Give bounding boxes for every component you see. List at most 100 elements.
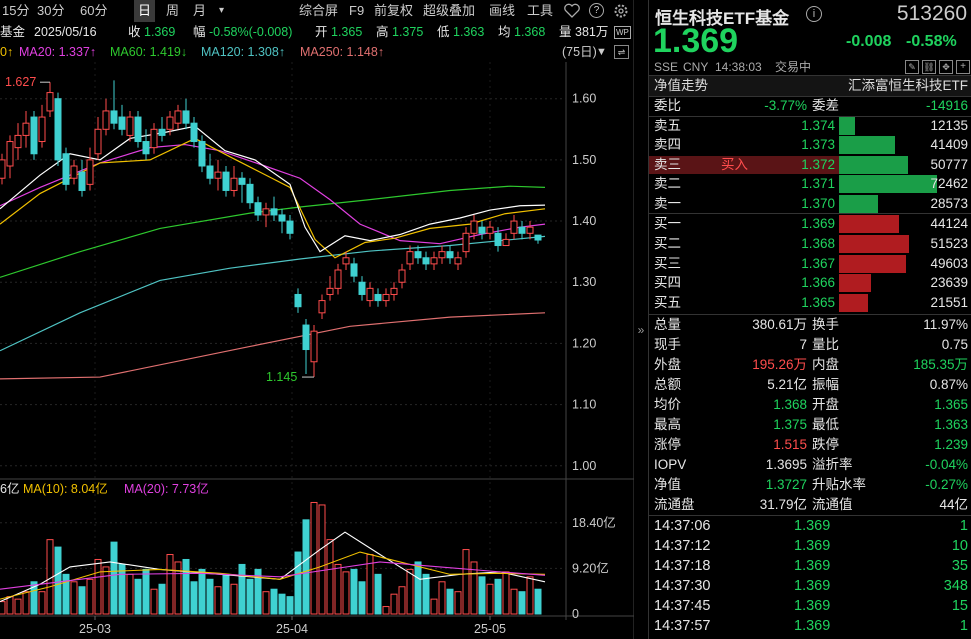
y-tick-label: 1.30 <box>572 275 596 289</box>
ask-row[interactable]: 卖四1.37341409 <box>649 135 971 155</box>
info-low: 1.363 <box>453 22 484 42</box>
period-60min[interactable]: 60分 <box>80 0 107 22</box>
help-icon[interactable]: ? <box>589 3 604 18</box>
ma5-value: 0↑ <box>0 42 13 62</box>
chevron-down-icon[interactable]: ▾ <box>219 0 224 22</box>
ask-level-label: 卖五 <box>654 116 681 136</box>
volume-bar-up <box>95 559 101 614</box>
ask-level-label: 卖一 <box>654 194 681 214</box>
nav-trend-row[interactable]: 净值走势 汇添富恒生科技ETF <box>649 76 971 96</box>
tool-composite[interactable]: 综合屏 <box>299 0 338 22</box>
tick-time: 14:37:45 <box>654 596 710 616</box>
wp-badge-icon[interactable]: WP <box>614 26 631 39</box>
edit-icon[interactable]: ✎ <box>905 60 919 74</box>
bid-row[interactable]: 买三1.36749603 <box>649 254 971 274</box>
range-selector[interactable]: (75日) <box>562 42 597 62</box>
stats-row: 最高1.375最低1.363 <box>649 415 971 435</box>
quote-meta: SSE CNY 14:38:03 交易中 ✎ ⛓ ✥ + <box>649 57 971 77</box>
ask-level-label: 卖三 <box>654 155 681 175</box>
tick-row: 14:37:121.36910 <box>649 536 971 556</box>
ask-volume: 41409 <box>930 135 968 155</box>
committee-ratio: -3.77% <box>764 96 807 116</box>
tool-f9[interactable]: F9 <box>349 0 364 22</box>
nav-trend-label[interactable]: 净值走势 <box>654 76 708 96</box>
tick-time: 14:37:12 <box>654 536 710 556</box>
quote-panel: 恒生科技ETF基金 i 513260 1.369 -0.008 -0.58% S… <box>648 0 971 639</box>
volume-tick-label: 9.20亿 <box>572 560 609 575</box>
y-tick-label: 1.00 <box>572 459 596 473</box>
tick-time: 14:37:57 <box>654 616 710 636</box>
buy-tag: 买入 <box>721 155 748 175</box>
tool-tools[interactable]: 工具 <box>527 0 553 22</box>
period-15min[interactable]: 15分 <box>2 0 29 22</box>
stat-value: 0.87% <box>930 375 968 395</box>
tick-row: 14:37:061.3691 <box>649 516 971 536</box>
ask-row[interactable]: 卖五1.37412135 <box>649 116 971 136</box>
y-tick-label: 1.60 <box>572 92 596 106</box>
volume-tick-label: 0 <box>572 607 579 621</box>
volume-bar-down <box>375 574 381 614</box>
stat-label: 均价 <box>654 395 681 415</box>
bid-row[interactable]: 买一1.36944124 <box>649 214 971 234</box>
link-icon[interactable]: ⛓ <box>922 60 936 74</box>
candle-up <box>503 239 509 245</box>
tick-row: 14:37:301.369348 <box>649 576 971 596</box>
ask-depth-bar <box>839 195 878 213</box>
volume-bar-down <box>415 562 421 614</box>
vol-ma10-value: MA(10): 8.04亿 <box>23 479 108 499</box>
triangle-down-icon[interactable]: ▼ <box>596 42 607 62</box>
ask-row[interactable]: 卖一1.37028573 <box>649 194 971 214</box>
ask-volume: 72462 <box>930 174 968 194</box>
volume-bar-down <box>143 569 149 614</box>
tool-forward-adjust[interactable]: 前复权 <box>374 0 413 22</box>
stat-value: 11.97% <box>923 315 968 335</box>
info-avg: 1.368 <box>514 22 545 42</box>
add-icon[interactable]: + <box>956 60 970 74</box>
currency: CNY <box>683 57 708 77</box>
tick-time: 14:37:30 <box>654 576 710 596</box>
period-30min[interactable]: 30分 <box>37 0 64 22</box>
bid-level-label: 买五 <box>654 293 681 313</box>
kline-panel[interactable]: 1.601.501.401.301.201.101.0018.40亿9.20亿0… <box>0 0 634 639</box>
stat-value: 1.368 <box>773 395 807 415</box>
stats-row: 总量380.61万换手11.97% <box>649 315 971 335</box>
stat-label: 流通盘 <box>654 495 695 515</box>
stats-row: 均价1.368开盘1.365 <box>649 395 971 415</box>
period-week[interactable]: 周 <box>166 0 179 22</box>
bid-depth-bar <box>839 255 906 273</box>
volume-bar-up <box>151 589 157 614</box>
bid-row[interactable]: 买五1.36521551 <box>649 293 971 313</box>
candle-down <box>247 184 253 202</box>
kline-chart[interactable]: 1.601.501.401.301.201.101.0018.40亿9.20亿0… <box>0 0 634 639</box>
ask-row[interactable]: 卖二1.37172462 <box>649 174 971 194</box>
candle-up <box>327 288 333 294</box>
ma120-value: MA120: 1.308↑ <box>201 42 285 62</box>
stats-row: 涨停1.515跌停1.239 <box>649 435 971 455</box>
info-icon[interactable]: i <box>806 6 822 22</box>
volume-bar-up <box>343 572 349 614</box>
panel-collapse-icon[interactable]: » <box>635 320 647 340</box>
period-day[interactable]: 日 <box>134 0 155 22</box>
bid-row[interactable]: 买二1.36851523 <box>649 234 971 254</box>
tool-draw-line[interactable]: 画线 <box>489 0 515 22</box>
ma60-line <box>0 186 545 277</box>
candle-up <box>487 227 493 233</box>
ask-row[interactable]: 卖三买入1.37250777 <box>649 155 971 175</box>
bid-row[interactable]: 买四1.36623639 <box>649 273 971 293</box>
volume-bar-down <box>239 564 245 614</box>
stat-label: 总量 <box>654 315 681 335</box>
ask-price: 1.374 <box>801 116 835 136</box>
indicator-icon[interactable]: ⇌ <box>614 45 629 59</box>
info-close-label: 收 <box>128 22 141 42</box>
candle-down <box>295 294 301 306</box>
expand-icon[interactable]: ✥ <box>939 60 953 74</box>
candle-down <box>535 235 541 240</box>
tool-super-overlay[interactable]: 超级叠加 <box>423 0 475 22</box>
period-month[interactable]: 月 <box>193 0 206 22</box>
tick-price: 1.369 <box>794 536 830 556</box>
bid-price: 1.369 <box>801 214 835 234</box>
trade-status: 交易中 <box>775 57 811 77</box>
candle-up <box>0 160 5 178</box>
stat-label: 跌停 <box>812 435 839 455</box>
volume-bar-up <box>319 505 325 614</box>
